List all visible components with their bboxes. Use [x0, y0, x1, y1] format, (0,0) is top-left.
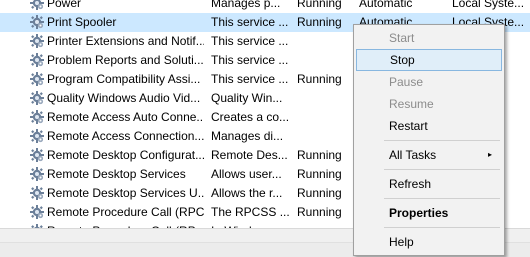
- gear-icon: [29, 0, 45, 11]
- menu-item-label: Properties: [389, 206, 448, 220]
- menu-item-help[interactable]: Help: [356, 231, 502, 253]
- menu-item-label: Pause: [389, 75, 423, 89]
- gear-icon: [29, 90, 45, 106]
- menu-item-all-tasks[interactable]: All Tasks ▸: [356, 144, 502, 166]
- menu-separator: [384, 198, 500, 199]
- service-name: Program Compatibility Assi...: [47, 72, 204, 86]
- service-name: Quality Windows Audio Vid...: [47, 91, 204, 105]
- service-status: Running: [297, 148, 357, 162]
- service-name: Remote Desktop Services U...: [47, 186, 204, 200]
- menu-item-start: Start: [356, 27, 502, 49]
- service-name: Remote Procedure Call (RPC): [47, 205, 204, 219]
- menu-separator: [384, 169, 500, 170]
- gear-icon: [29, 128, 45, 144]
- menu-item-stop[interactable]: Stop: [356, 49, 502, 71]
- service-name: Problem Reports and Soluti...: [47, 53, 204, 67]
- service-description: This service ...: [211, 15, 291, 29]
- service-startup-type: Automatic: [359, 0, 447, 10]
- menu-item-restart[interactable]: Restart: [356, 115, 502, 137]
- menu-item-label: All Tasks: [389, 148, 436, 162]
- service-description: This service ...: [211, 53, 291, 67]
- gear-icon: [29, 147, 45, 163]
- menu-separator: [384, 140, 500, 141]
- service-description: Remote Des...: [211, 148, 291, 162]
- service-log-on-as: Local Syste...: [452, 0, 530, 10]
- service-name: Remote Access Auto Conne...: [47, 110, 204, 124]
- menu-item-refresh[interactable]: Refresh: [356, 173, 502, 195]
- service-description: Manages di...: [211, 129, 291, 143]
- service-status: Running: [297, 0, 357, 10]
- service-description: Allows user...: [211, 167, 291, 181]
- menu-item-properties[interactable]: Properties: [356, 202, 502, 224]
- table-row[interactable]: Power Manages p... RunningAutomatic Local S…: [0, 0, 530, 13]
- service-name: Power: [47, 0, 204, 10]
- gear-icon: [29, 185, 45, 201]
- service-name: Printer Extensions and Notif...: [47, 34, 204, 48]
- service-status: Running: [297, 72, 357, 86]
- service-description: This service ...: [211, 72, 291, 86]
- service-status: Running: [297, 167, 357, 181]
- menu-item-label: Refresh: [389, 177, 431, 191]
- menu-item-pause: Pause: [356, 71, 502, 93]
- service-name: Print Spooler: [47, 15, 204, 29]
- menu-item-resume: Resume: [356, 93, 502, 115]
- service-status: Running: [297, 205, 357, 219]
- gear-icon: [29, 204, 45, 220]
- service-name: Remote Access Connection...: [47, 129, 204, 143]
- gear-icon: [29, 33, 45, 49]
- menu-item-label: Stop: [390, 53, 415, 67]
- context-menu: Start Stop Pause Resume Restart All Tasks ▸ Ref…: [353, 24, 505, 256]
- service-description: Quality Win...: [211, 91, 291, 105]
- menu-item-label: Restart: [389, 119, 428, 133]
- menu-item-label: Start: [389, 31, 414, 45]
- submenu-arrow-icon: ▸: [488, 144, 492, 166]
- gear-icon: [29, 166, 45, 182]
- service-status: Running: [297, 186, 357, 200]
- service-description: Creates a co...: [211, 110, 291, 124]
- service-description: Allows the r...: [211, 186, 291, 200]
- menu-item-label: Resume: [389, 97, 434, 111]
- service-status: Running: [297, 15, 357, 29]
- gear-icon: [29, 71, 45, 87]
- menu-item-label: Help: [389, 235, 414, 249]
- gear-icon: [29, 109, 45, 125]
- service-description: The RPCSS ...: [211, 205, 291, 219]
- service-description: Manages p...: [211, 0, 291, 10]
- menu-separator: [384, 227, 500, 228]
- service-name: Remote Desktop Services: [47, 167, 204, 181]
- gear-icon: [29, 14, 45, 30]
- service-name: Remote Desktop Configurat...: [47, 148, 204, 162]
- gear-icon: [29, 52, 45, 68]
- service-description: This service ...: [211, 34, 291, 48]
